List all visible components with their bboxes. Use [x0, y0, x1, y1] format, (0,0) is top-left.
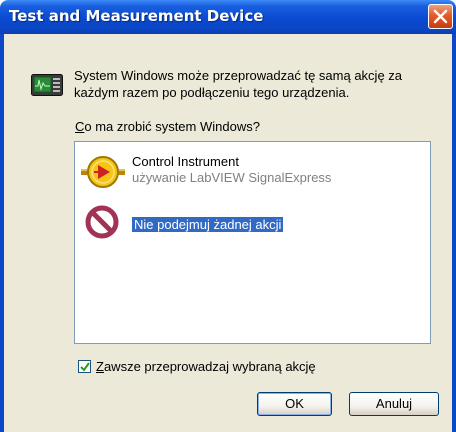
action-listbox[interactable]: Control Instrument używanie LabVIEW Sign…	[74, 141, 431, 344]
checkbox-accelerator: Z	[96, 359, 104, 374]
close-icon	[433, 9, 448, 24]
option-control-instrument-subtitle: używanie LabVIEW SignalExpress	[132, 170, 332, 185]
question-label: Co ma zrobić system Windows?	[75, 119, 260, 134]
dialog-window: Test and Measurement Device System Windo…	[0, 0, 456, 432]
ok-button[interactable]: OK	[257, 392, 332, 416]
checkbox-text: awsze przeprowadzaj wybraną akcję	[103, 359, 316, 374]
option-no-action-label[interactable]: Nie podejmuj żadnej akcji	[130, 216, 285, 233]
always-do-checkbox[interactable]	[78, 360, 91, 373]
question-accelerator: C	[75, 119, 85, 134]
description-text: System Windows może przeprowadzać tę sam…	[74, 68, 403, 100]
close-button[interactable]	[428, 4, 453, 29]
checkmark-icon	[80, 362, 90, 372]
always-do-label[interactable]: Zawsze przeprowadzaj wybraną akcję	[96, 359, 316, 374]
cancel-button[interactable]: Anuluj	[349, 392, 439, 416]
labview-control-instrument-icon	[81, 156, 125, 188]
no-action-icon	[85, 205, 119, 239]
window-title: Test and Measurement Device	[9, 7, 264, 25]
title-bar[interactable]: Test and Measurement Device	[0, 0, 456, 34]
question-text: o ma zrobić system Windows?	[84, 119, 260, 134]
window-frame-right	[452, 34, 456, 432]
option-control-instrument-title[interactable]: Control Instrument	[132, 154, 239, 169]
device-icon	[31, 74, 63, 96]
